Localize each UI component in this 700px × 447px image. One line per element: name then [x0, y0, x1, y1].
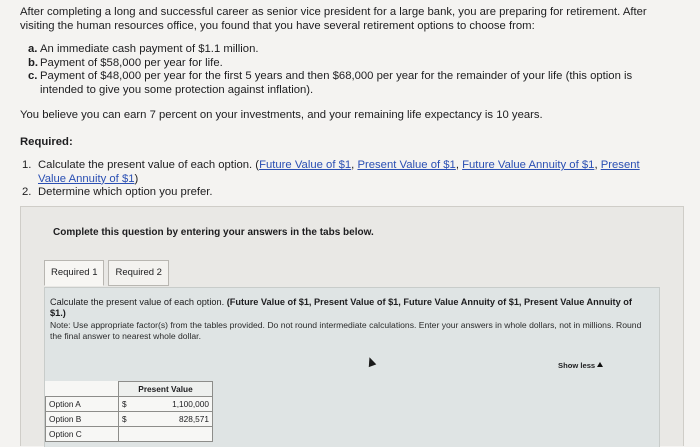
link-future-value[interactable]: Future Value of $1 [259, 159, 351, 171]
present-value-input[interactable]: 828,571 [133, 411, 213, 427]
requirement-2: 2. Determine which option you prefer. [22, 186, 662, 200]
requirements-list: 1. Calculate the present value of each o… [22, 159, 662, 200]
table-row: Option C [45, 426, 213, 442]
show-less-button[interactable]: Show less [558, 361, 604, 370]
table-row: Option B $ 828,571 [45, 411, 213, 427]
row-label: Option A [45, 396, 119, 412]
link-future-value-annuity[interactable]: Future Value Annuity of $1 [462, 159, 594, 171]
requirement-number: 1. [22, 159, 32, 171]
tab-content: Calculate the present value of each opti… [44, 287, 660, 447]
present-value-table: Present Value Option A $ 1,100,000 Optio… [45, 381, 213, 442]
answer-panel: Complete this question by entering your … [20, 206, 684, 447]
present-value-input[interactable]: 1,100,000 [133, 396, 213, 412]
table-row: Option A $ 1,100,000 [45, 396, 213, 412]
requirement-1: 1. Calculate the present value of each o… [22, 159, 662, 186]
requirement-text: Calculate the present value of each opti… [38, 159, 640, 185]
intro-paragraph: After completing a long and successful c… [20, 6, 647, 32]
option-letter: c. [28, 70, 38, 82]
required-heading: Required: [20, 136, 73, 148]
options-list: a. An immediate cash payment of $1.1 mil… [28, 43, 668, 97]
tab-bar: Required 1 Required 2 [44, 260, 173, 286]
option-item-b: b. Payment of $58,000 per year for life. [28, 57, 668, 71]
currency-symbol [118, 426, 133, 442]
currency-symbol: $ [118, 411, 133, 427]
instruction-text: Calculate the present value of each opti… [50, 297, 632, 318]
present-value-input[interactable] [133, 426, 213, 442]
panel-heading: Complete this question by entering your … [53, 227, 374, 238]
row-label: Option B [45, 411, 119, 427]
tab-required-2[interactable]: Required 2 [108, 260, 169, 286]
triangle-up-icon [597, 362, 604, 367]
tab-required-1[interactable]: Required 1 [44, 260, 105, 286]
currency-symbol: $ [118, 396, 133, 412]
option-item-a: a. An immediate cash payment of $1.1 mil… [28, 43, 668, 57]
option-text: An immediate cash payment of $1.1 millio… [40, 43, 259, 55]
row-label: Option C [45, 426, 119, 442]
column-header-present-value: Present Value [118, 381, 213, 397]
option-letter: a. [28, 43, 38, 55]
option-item-c: c. Payment of $48,000 per year for the f… [28, 70, 668, 97]
table-header-row: Present Value [46, 381, 213, 397]
note-text: Note: Use appropriate factor(s) from the… [50, 320, 642, 341]
option-text: Payment of $48,000 per year for the firs… [40, 70, 633, 96]
option-letter: b. [28, 56, 39, 69]
requirement-text: Determine which option you prefer. [38, 186, 213, 198]
link-present-value[interactable]: Present Value of $1 [357, 159, 455, 171]
assumption-text: You believe you can earn 7 percent on yo… [20, 109, 543, 121]
mouse-cursor-icon [365, 355, 377, 368]
option-text: Payment of $58,000 per year for life. [40, 56, 223, 69]
requirement-number: 2. [22, 186, 32, 198]
